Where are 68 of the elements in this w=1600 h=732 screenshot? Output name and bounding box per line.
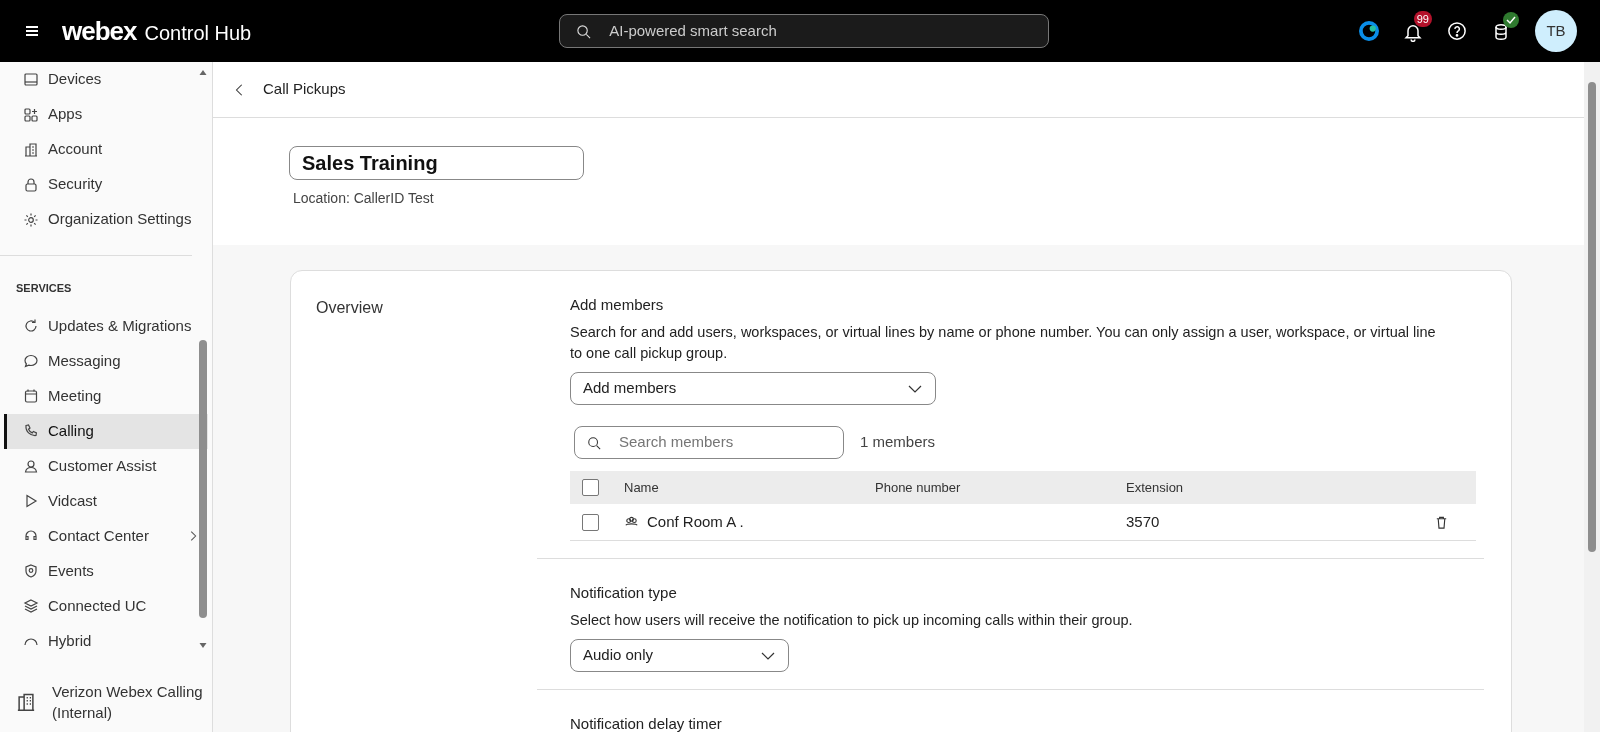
table-cell-text: 3570 xyxy=(1126,511,1160,532)
sidebar-item[interactable]: Calling xyxy=(4,413,208,449)
shield-icon xyxy=(23,563,39,579)
menu-icon[interactable] xyxy=(24,23,40,39)
dropdown[interactable]: Audio only xyxy=(570,639,789,672)
column-header: Name xyxy=(624,478,660,497)
apps-icon xyxy=(23,106,39,123)
column-header: Extension xyxy=(1126,478,1184,497)
layers-icon xyxy=(23,598,39,614)
title-field[interactable]: Sales Training xyxy=(289,146,584,180)
back-link[interactable]: Call Pickups xyxy=(233,78,346,101)
member-count: 1 members xyxy=(860,432,936,453)
search-field[interactable]: AI-powered smart search xyxy=(559,14,1050,48)
scroll-down-icon xyxy=(198,642,208,650)
sidebar-item[interactable]: Hybrid xyxy=(4,623,208,659)
sidebar-item[interactable]: Contact Center xyxy=(4,518,208,554)
column-header: Phone number xyxy=(875,478,962,497)
building-icon xyxy=(16,692,36,712)
trash-icon[interactable] xyxy=(1434,514,1449,530)
description: Select how users will receive the notification to pick up incoming calls within their group. xyxy=(570,611,1134,630)
gear-icon xyxy=(23,211,39,228)
search-icon xyxy=(587,435,601,450)
dropdown[interactable]: Add members xyxy=(570,372,936,405)
scroll-up-icon xyxy=(198,68,208,76)
phone-icon xyxy=(23,423,39,439)
building-icon xyxy=(23,141,39,158)
section-label: Overview xyxy=(315,298,384,318)
section-title: Add members xyxy=(570,296,665,314)
sidebar-item[interactable]: Devices xyxy=(4,62,208,97)
checkbox[interactable] xyxy=(582,513,599,531)
section-title: Notification type xyxy=(570,584,678,602)
sidebar-item[interactable]: Customer Assist xyxy=(4,448,208,484)
calendar-icon xyxy=(23,388,39,404)
sidebar-item[interactable]: Organization Settings xyxy=(4,202,208,237)
sidebar-item[interactable]: Account xyxy=(4,132,208,167)
product-name: Control Hub xyxy=(144,20,252,46)
notification-badge: 99 xyxy=(1413,10,1432,27)
location-text: Location: CallerID Test xyxy=(293,189,435,208)
sidebar-item[interactable]: Connected UC xyxy=(4,588,208,624)
search-icon xyxy=(576,23,592,39)
play-icon xyxy=(23,493,39,509)
avatar[interactable]: TB xyxy=(1535,10,1577,52)
refresh-icon xyxy=(23,318,39,334)
section-title: Notification delay timer xyxy=(570,715,723,732)
sidebar-item[interactable]: Messaging xyxy=(4,343,208,379)
help-icon[interactable] xyxy=(1447,21,1467,41)
sidebar-item[interactable]: Updates & Migrations xyxy=(4,308,208,344)
lock-icon xyxy=(23,176,39,193)
organization-name[interactable]: Verizon Webex Calling (Internal) xyxy=(52,681,212,723)
scrollbar-thumb[interactable] xyxy=(1588,82,1596,552)
sidebar-item[interactable]: Vidcast xyxy=(4,483,208,519)
check-badge xyxy=(1503,11,1519,28)
sidebar-item[interactable]: Events xyxy=(4,553,208,589)
search-field[interactable]: Search members xyxy=(574,426,844,459)
scrollbar-thumb[interactable] xyxy=(199,340,207,618)
section-heading: SERVICES xyxy=(15,281,73,296)
sidebar-item[interactable]: Apps xyxy=(4,97,208,132)
search-input[interactable]: AI-powered smart search xyxy=(607,18,1033,44)
sidebar-item[interactable]: Meeting xyxy=(4,378,208,414)
logo[interactable]: webex xyxy=(62,11,137,51)
device-icon xyxy=(23,71,39,88)
table-cell-text: Conf Room A . xyxy=(647,511,744,532)
description: Search for and add users, workspaces, or virtual lines by name or phone number. You can only assign a user, workspace, or virtual line to one call pickup group. xyxy=(570,323,1437,363)
sidebar-item[interactable]: Security xyxy=(4,167,208,202)
checkbox[interactable] xyxy=(582,479,599,496)
person-icon xyxy=(23,458,39,474)
chat-icon xyxy=(23,353,39,369)
webex-icon[interactable] xyxy=(1359,21,1379,41)
